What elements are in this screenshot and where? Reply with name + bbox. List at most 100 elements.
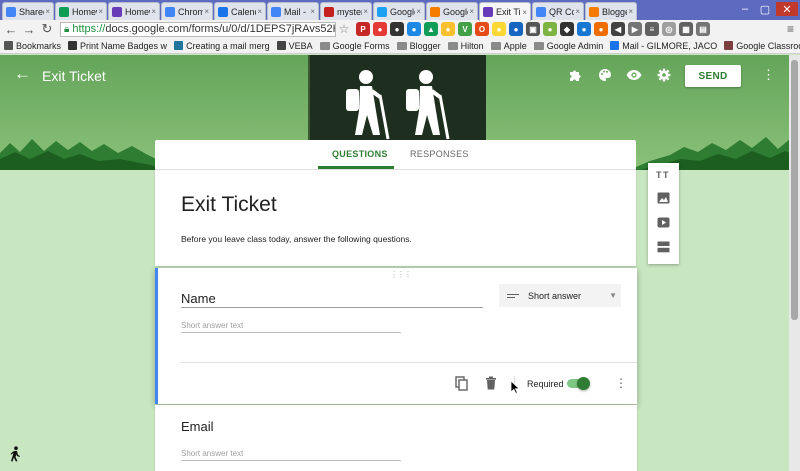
tab-close-icon[interactable]: × [257, 7, 262, 16]
drive-icon[interactable]: ▲ [424, 22, 438, 36]
extension-blue-icon[interactable]: ● [407, 22, 421, 36]
tab-close-icon[interactable]: × [151, 7, 156, 16]
extension-gray-icon[interactable]: ▣ [526, 22, 540, 36]
extension-gray5-icon[interactable]: ◎ [662, 22, 676, 36]
question-title[interactable]: Email [181, 419, 214, 434]
browser-tab[interactable]: Shared× [2, 2, 54, 20]
tab-close-icon[interactable]: × [469, 7, 474, 16]
browser-tab[interactable]: Homew× [55, 2, 107, 20]
form-tabs-card [155, 140, 636, 170]
office-icon[interactable]: O [475, 22, 489, 36]
tab-close-icon[interactable]: × [575, 7, 580, 16]
bookmark-star-icon[interactable]: ☆ [336, 22, 352, 36]
extension-yellow-icon[interactable]: ● [441, 22, 455, 36]
close-window-icon[interactable]: ✕ [776, 2, 798, 16]
question-title[interactable]: Name [181, 291, 216, 306]
accessibility-walker-icon[interactable] [8, 446, 22, 462]
minimize-icon[interactable]: – [736, 2, 754, 16]
browser-tab[interactable]: Calend× [214, 2, 266, 20]
extension-gray7-icon[interactable]: ▤ [696, 22, 710, 36]
extension-dark-icon[interactable]: ● [390, 22, 404, 36]
tab-close-icon[interactable]: × [522, 8, 527, 17]
tab-close-icon[interactable]: × [310, 7, 315, 16]
palette-icon[interactable] [597, 67, 613, 83]
extension-orange-icon[interactable]: ● [594, 22, 608, 36]
back-nav-icon[interactable]: ← [4, 22, 18, 37]
browser-tab[interactable]: QR Coc× [532, 2, 584, 20]
extension-blue2-icon[interactable]: ● [509, 22, 523, 36]
tab-close-icon[interactable]: × [628, 7, 633, 16]
settings-gear-icon[interactable] [656, 67, 672, 83]
bookmark-item[interactable]: Google Forms [319, 41, 390, 51]
extension-lime-icon[interactable]: ● [543, 22, 557, 36]
send-button[interactable]: SEND [685, 65, 741, 87]
browser-tab[interactable]: Google× [426, 2, 478, 20]
browser-tab[interactable]: Mail - × [267, 2, 319, 20]
bookmark-item[interactable]: Creating a mail merg [174, 41, 270, 51]
tab-close-icon[interactable]: × [204, 7, 209, 16]
tab-questions[interactable]: QUESTIONS [332, 149, 388, 159]
bookmark-item[interactable]: Google Classroom 2. [724, 41, 800, 51]
add-section-icon[interactable] [655, 240, 671, 254]
url-text: docs.google.com/forms/u/0/d/1DEPS7jRAvs5… [105, 23, 336, 35]
browser-tab[interactable]: myster × [320, 2, 372, 20]
bookmark-label: Mail - GILMORE, JACO [622, 40, 718, 51]
tab-close-icon[interactable]: × [363, 7, 368, 16]
tab-close-icon[interactable]: × [98, 7, 103, 16]
extension-gray2-icon[interactable]: ◀ [611, 22, 625, 36]
bookmark-item[interactable]: Blogger [396, 41, 441, 51]
pinterest-icon[interactable]: P [356, 22, 370, 36]
extension-gray3-icon[interactable]: ▶ [628, 22, 642, 36]
tab-close-icon[interactable]: × [416, 7, 421, 16]
forward-nav-icon[interactable]: → [22, 22, 36, 37]
chrome-menu-icon[interactable]: ≡ [787, 22, 794, 36]
extension-green-icon[interactable]: V [458, 22, 472, 36]
tab-close-icon[interactable]: × [45, 7, 50, 16]
bookmark-item[interactable]: Mail - GILMORE, JACO [610, 41, 717, 51]
back-arrow-icon[interactable]: ← [14, 65, 31, 82]
placeholder-underline [181, 332, 401, 333]
duplicate-icon[interactable] [454, 375, 468, 391]
extension-black-icon[interactable]: ◆ [560, 22, 574, 36]
maximize-icon[interactable]: ▢ [756, 2, 774, 16]
bookmark-item[interactable]: Hilton [447, 41, 484, 51]
question-type-dropdown[interactable]: Short answer ▼ [499, 284, 621, 307]
bookmark-item[interactable]: Bookmarks [4, 41, 61, 51]
browser-tab[interactable]: Blogge × [585, 2, 637, 20]
required-toggle-knob[interactable] [577, 377, 590, 390]
form-title[interactable]: Exit Ticket [181, 193, 277, 217]
bookmark-item[interactable]: Apple [490, 41, 527, 51]
scrollbar-thumb[interactable] [791, 60, 798, 320]
star-icon [4, 41, 13, 50]
tab-responses[interactable]: RESPONSES [410, 149, 469, 159]
form-title-card[interactable] [155, 170, 636, 266]
browser-tab[interactable]: Google× [373, 2, 425, 20]
bookmark-item[interactable]: Print Name Badges w [68, 41, 167, 51]
browser-tab[interactable]: Chrom × [161, 2, 213, 20]
add-title-icon[interactable]: TT [655, 168, 671, 182]
extension-blue3-icon[interactable]: ● [577, 22, 591, 36]
bookmarks-bar: Bookmarks Print Name Badges w Creating a m… [0, 38, 800, 54]
drag-handle-icon[interactable]: ⋮⋮⋮ [390, 270, 412, 279]
preview-eye-icon[interactable] [626, 67, 642, 83]
url-scheme: https:// [72, 23, 106, 35]
add-video-icon[interactable] [655, 215, 671, 229]
extension-red-icon[interactable]: ● [373, 22, 387, 36]
extension-gray4-icon[interactable]: ≡ [645, 22, 659, 36]
form-description[interactable]: Before you leave class today, answer the… [181, 234, 412, 244]
delete-trash-icon[interactable] [484, 375, 498, 391]
browser-tab[interactable]: Exit Ti × [479, 2, 531, 21]
question-more-icon[interactable]: ⋮ [615, 376, 627, 390]
address-bar[interactable]: 🔒︎ https://docs.google.com/forms/u/0/d/1… [60, 21, 336, 37]
question-card-email[interactable] [155, 405, 637, 471]
extension-gray6-icon[interactable]: ▦ [679, 22, 693, 36]
addons-puzzle-icon[interactable] [567, 67, 583, 83]
reload-icon[interactable]: ↻ [40, 21, 54, 36]
add-image-icon[interactable] [655, 191, 671, 205]
extension-yellow2-icon[interactable]: ● [492, 22, 506, 36]
more-vert-icon[interactable]: ⋮ [762, 67, 775, 83]
bookmark-item[interactable]: Google Admin [533, 41, 603, 51]
question-focus-accent [155, 268, 158, 404]
browser-tab[interactable]: Homew× [108, 2, 160, 20]
bookmark-item[interactable]: VEBA [276, 41, 313, 51]
